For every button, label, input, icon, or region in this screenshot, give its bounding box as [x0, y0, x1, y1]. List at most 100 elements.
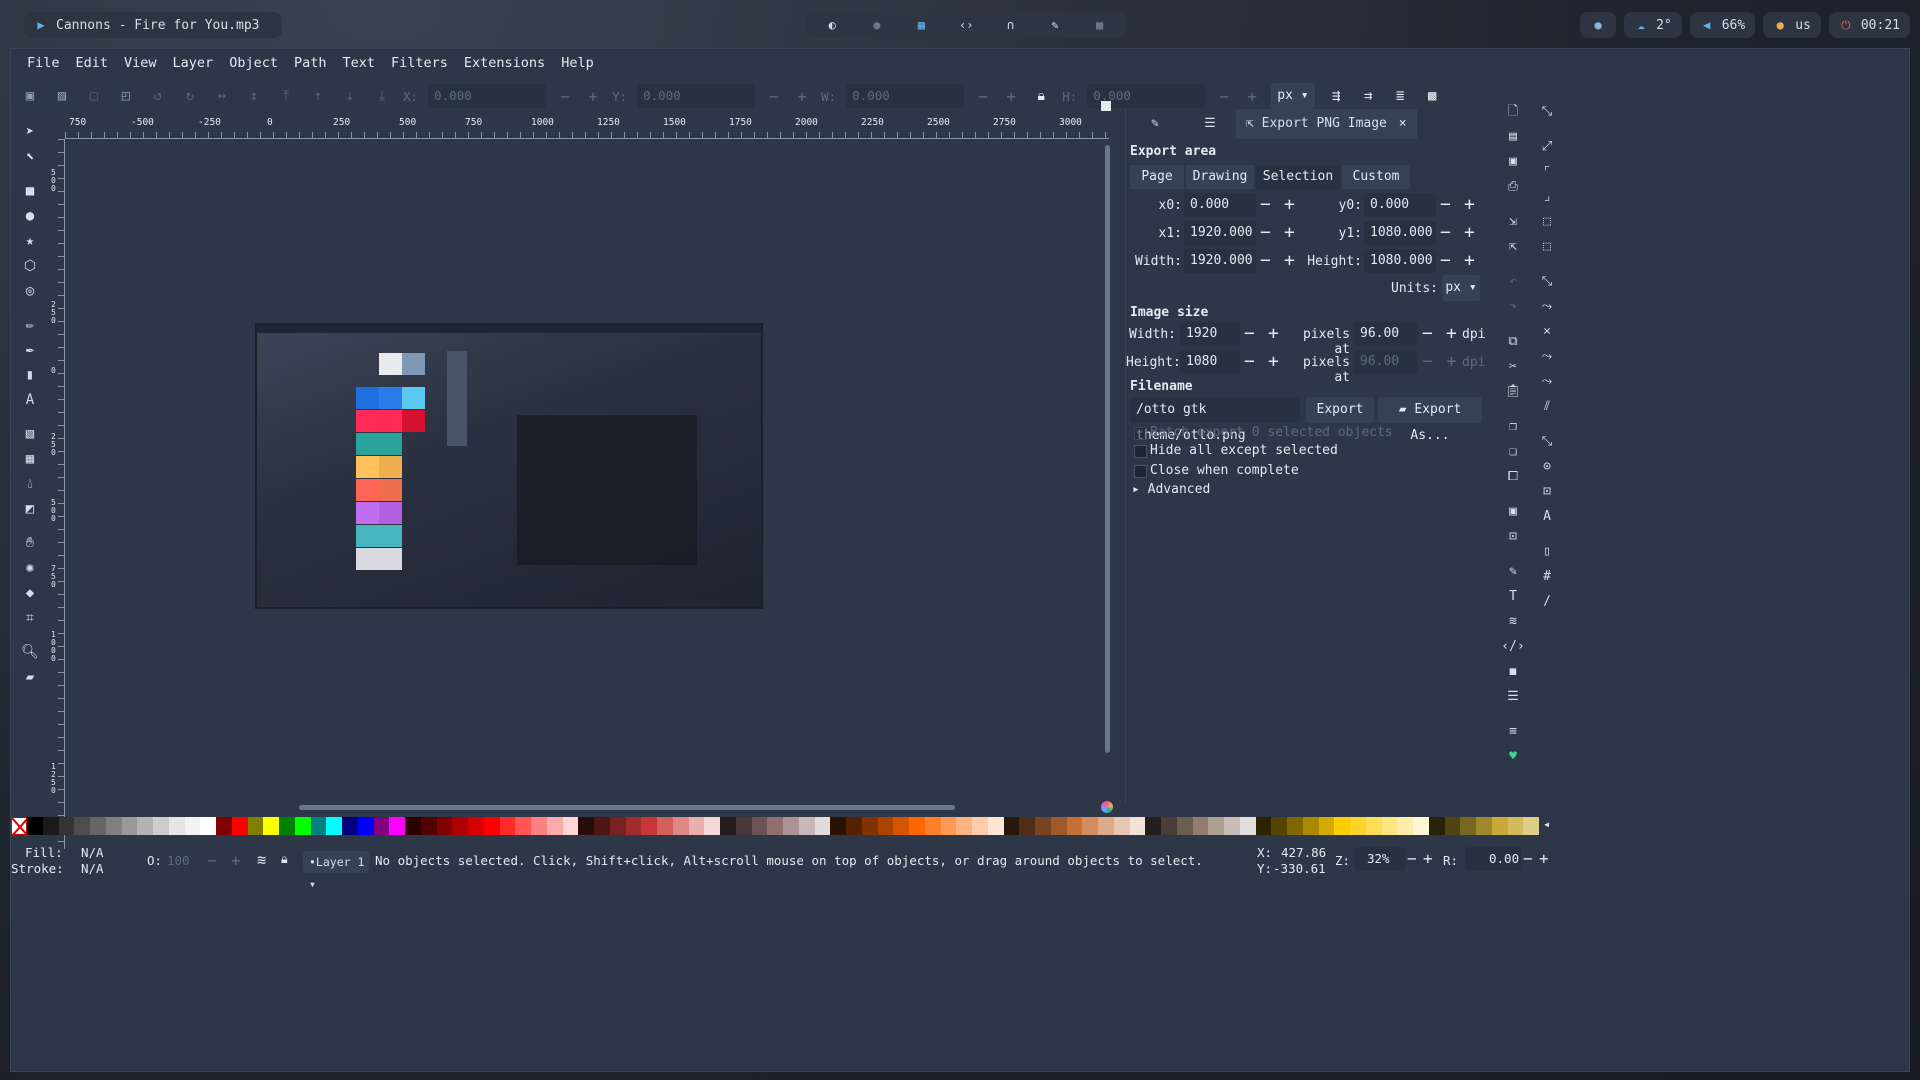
snap-bbox-icon[interactable]: ⤢	[1533, 134, 1561, 159]
unlink-clone-icon[interactable]: ⧠	[1499, 464, 1527, 489]
color-manage-icon[interactable]	[1101, 801, 1113, 813]
palette-swatch[interactable]	[1287, 817, 1303, 835]
snap-bbox-center-icon[interactable]: ⬚	[1533, 234, 1561, 259]
snap-page-icon[interactable]: ▯	[1533, 539, 1561, 564]
palette-swatch[interactable]	[1239, 817, 1256, 835]
menu-text[interactable]: Text	[334, 55, 383, 71]
palette-swatch[interactable]	[814, 817, 831, 835]
area-width-plus-button[interactable]: +	[1284, 249, 1295, 273]
units-select[interactable]: px ▾	[1442, 275, 1480, 301]
text-font-icon[interactable]: T	[1499, 584, 1527, 609]
no-paint-swatch[interactable]	[11, 817, 29, 837]
layers-icon[interactable]: ≋	[1499, 609, 1527, 634]
close-when-complete-checkbox[interactable]	[1134, 465, 1147, 478]
close-tab-icon[interactable]: ×	[1399, 116, 1407, 131]
select-all-layers-icon[interactable]: ▨	[51, 85, 73, 107]
export-cmd-icon[interactable]: ⇱	[1499, 234, 1527, 259]
fill-stroke-cmd-icon[interactable]: ✎	[1499, 559, 1527, 584]
opacity-field[interactable]: 100	[167, 853, 207, 868]
menu-filters[interactable]: Filters	[383, 55, 456, 71]
palette-swatch[interactable]	[342, 817, 358, 835]
palette-swatch[interactable]	[499, 817, 516, 835]
new-document-icon[interactable]: 🗋︎	[1499, 99, 1527, 124]
horizontal-scrollbar[interactable]	[299, 805, 955, 810]
duplicate-icon[interactable]: ❐	[1499, 414, 1527, 439]
palette-swatch[interactable]	[1271, 817, 1287, 835]
rectangle-tool-icon[interactable]: ■	[15, 179, 45, 203]
palette-swatch[interactable]	[216, 817, 232, 835]
palette-swatch[interactable]	[74, 817, 90, 835]
edit-icon[interactable]: ✎	[1048, 18, 1062, 32]
layer-lock-icon[interactable]: 🔒︎	[281, 851, 288, 867]
menu-help[interactable]: Help	[553, 55, 602, 71]
palette-swatch[interactable]	[704, 817, 720, 835]
cut-icon[interactable]: ✂	[1499, 354, 1527, 379]
eraser-tool-icon[interactable]: ◆	[15, 581, 45, 605]
object-properties-icon[interactable]: ◼	[1499, 659, 1527, 684]
snap-bbox-edge-icon[interactable]: ⌜	[1533, 159, 1561, 184]
palette-swatch[interactable]	[452, 817, 468, 835]
rotate-ccw-icon[interactable]: ↺	[147, 85, 169, 107]
menu-file[interactable]: File	[19, 55, 68, 71]
area-width-field[interactable]: 1920.000	[1184, 249, 1256, 273]
area-height-plus-button[interactable]: +	[1464, 249, 1475, 273]
palette-swatch[interactable]	[546, 817, 563, 835]
gradient-tool-icon[interactable]: ▧	[15, 422, 45, 446]
save-icon[interactable]: ▣	[1499, 149, 1527, 174]
area-height-minus-button[interactable]: −	[1440, 249, 1451, 273]
horizontal-ruler[interactable]: 750 -500 -250 0 250 500 750 1000 1250 15…	[65, 117, 1109, 139]
palette-swatch[interactable]	[310, 817, 327, 835]
scale-stroke-icon[interactable]: ⇶	[1325, 85, 1347, 107]
palette-swatch[interactable]	[972, 817, 988, 835]
palette-menu-icon[interactable]: ◂	[1543, 817, 1550, 831]
palette-swatch[interactable]	[1397, 817, 1413, 835]
fill-stroke-tab[interactable]: ✎	[1126, 109, 1184, 139]
palette-swatch[interactable]	[767, 817, 783, 835]
palette-swatch[interactable]	[200, 817, 216, 835]
palette-swatch[interactable]	[1035, 817, 1051, 835]
palette-swatch[interactable]	[1176, 817, 1193, 835]
group-icon[interactable]: ▣	[1499, 499, 1527, 524]
x0-field[interactable]: 0.000	[1184, 193, 1256, 217]
snap-smooth-icon[interactable]: ⤳	[1533, 369, 1561, 394]
canvas-image[interactable]	[255, 323, 763, 609]
palette-swatch[interactable]	[153, 817, 169, 835]
now-playing-widget[interactable]: ▶ Cannons - Fire for You.mp3	[24, 12, 282, 38]
mesh-tool-icon[interactable]: ▦	[15, 447, 45, 471]
lock-ratio-icon[interactable]: 🔒︎	[1030, 85, 1052, 107]
3d-box-tool-icon[interactable]: ⬡	[15, 254, 45, 278]
import-icon[interactable]: ⇲	[1499, 209, 1527, 234]
img-height-minus-button[interactable]: −	[1244, 350, 1255, 374]
x-plus-button[interactable]: +	[584, 87, 602, 106]
dpi-plus-button[interactable]: +	[1446, 322, 1457, 346]
palette-swatch[interactable]	[720, 817, 736, 835]
ungroup-icon[interactable]: ⊡	[1499, 524, 1527, 549]
filename-field[interactable]: /otto gtk theme/otto.png	[1130, 397, 1300, 443]
palette-swatch[interactable]	[263, 817, 279, 835]
dpi-field[interactable]: 96.00	[1354, 322, 1418, 346]
palette-swatch[interactable]	[420, 817, 437, 835]
palette-swatch[interactable]	[1019, 817, 1035, 835]
rotate-cw-icon[interactable]: ↻	[179, 85, 201, 107]
zoom-minus-button[interactable]: −	[1407, 849, 1417, 868]
palette-swatch[interactable]	[27, 817, 43, 835]
x1-plus-button[interactable]: +	[1284, 221, 1295, 245]
preferences-icon[interactable]: ≡	[1499, 719, 1527, 744]
export-button[interactable]: Export	[1306, 397, 1374, 423]
rotate-field[interactable]: 0.00	[1465, 847, 1521, 871]
palette-swatch[interactable]	[483, 817, 500, 835]
opacity-minus-button[interactable]: −	[207, 851, 217, 870]
export-as-button[interactable]: ▰ Export As...	[1378, 397, 1482, 443]
y1-plus-button[interactable]: +	[1464, 221, 1475, 245]
palette-swatch[interactable]	[1350, 817, 1366, 835]
calligraphy-tool-icon[interactable]: ▮	[15, 363, 45, 387]
palette-swatch[interactable]	[1444, 817, 1461, 835]
palette-swatch[interactable]	[672, 817, 689, 835]
snap-path-icon[interactable]: ⤳	[1533, 294, 1561, 319]
menu-object[interactable]: Object	[221, 55, 286, 71]
palette-swatch[interactable]	[751, 817, 768, 835]
spray-tool-icon[interactable]: ✺	[15, 556, 45, 580]
palette-swatch[interactable]	[1098, 817, 1114, 835]
keyboard-layout-widget[interactable]: ● us	[1763, 12, 1821, 38]
y1-minus-button[interactable]: −	[1440, 221, 1451, 245]
